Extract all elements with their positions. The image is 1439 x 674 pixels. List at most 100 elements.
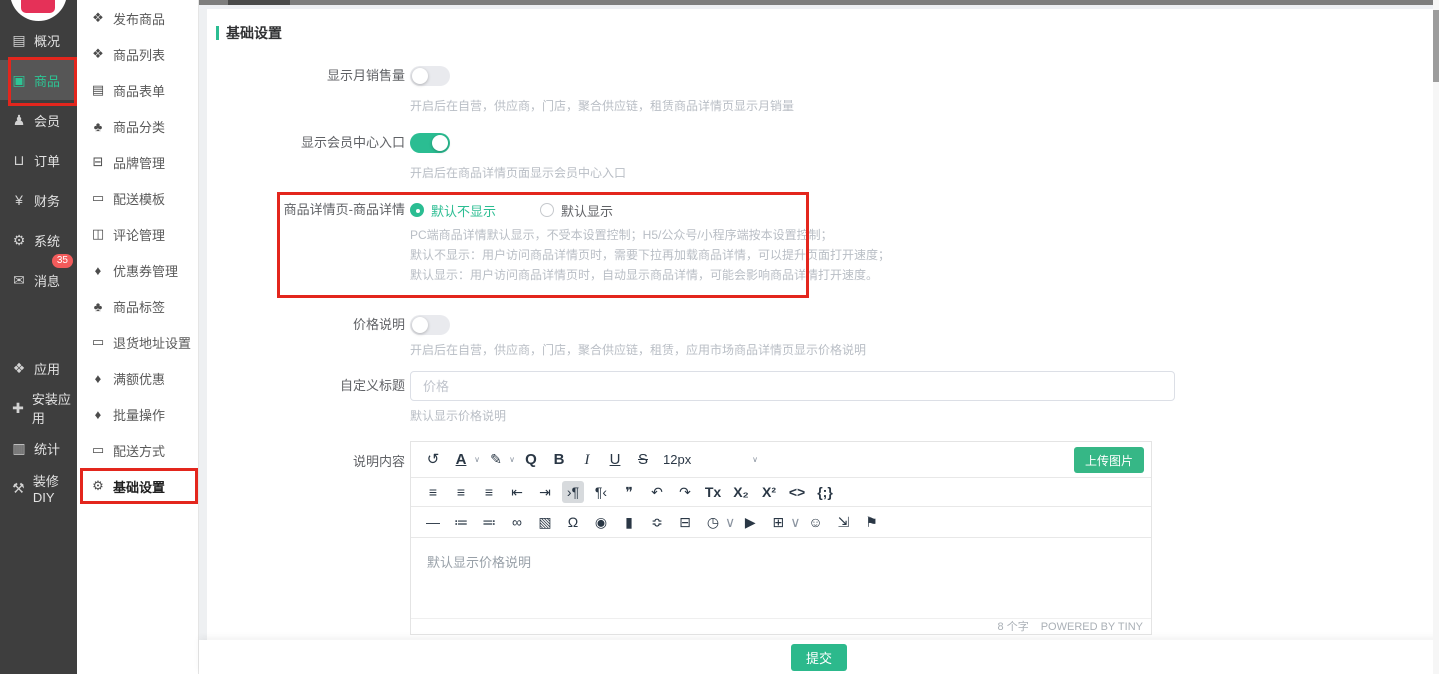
sidebar-item-messages[interactable]: ✉ 消息 35 bbox=[0, 260, 77, 300]
sidebar-item-members[interactable]: ♟ 会员 bbox=[0, 100, 77, 140]
submenu-item-delivery-method[interactable]: ▭ 配送方式 bbox=[77, 432, 198, 468]
submit-footer: 提交 bbox=[199, 640, 1439, 674]
monthly-sales-toggle[interactable] bbox=[410, 66, 450, 86]
member-center-label: 显示会员中心入口 bbox=[207, 132, 405, 154]
submit-button[interactable]: 提交 bbox=[791, 644, 847, 671]
member-center-toggle[interactable] bbox=[410, 133, 450, 153]
yen-icon: ¥ bbox=[11, 192, 27, 208]
chevron-down-icon[interactable]: ∨ bbox=[790, 514, 800, 531]
bold-icon[interactable]: B bbox=[548, 451, 570, 469]
rtl-icon[interactable]: ¶‹ bbox=[590, 484, 612, 501]
document-icon: ▤ bbox=[90, 82, 106, 98]
page-title: 基础设置 bbox=[216, 23, 282, 43]
sidebar-item-overview[interactable]: ▤ 概况 bbox=[0, 20, 77, 60]
submenu-item-batch-operations[interactable]: ♦ 批量操作 bbox=[77, 396, 198, 432]
submenu-item-goods-form[interactable]: ▤ 商品表单 bbox=[77, 72, 198, 108]
format-painter-icon[interactable]: ⚑ bbox=[861, 514, 883, 531]
truck-icon: ▭ bbox=[90, 190, 106, 206]
undo-icon[interactable]: ↶ bbox=[646, 484, 668, 501]
chevron-down-icon[interactable]: ∨ bbox=[473, 455, 481, 465]
fullscreen-icon[interactable]: ⇲ bbox=[833, 514, 855, 531]
radio-default-hidden[interactable]: 默认不显示 bbox=[410, 201, 496, 220]
submenu-item-goods-category[interactable]: ♣ 商品分类 bbox=[77, 108, 198, 144]
submenu-item-goods-tags[interactable]: ♣ 商品标签 bbox=[77, 288, 198, 324]
strikethrough-icon[interactable]: S bbox=[632, 451, 654, 469]
price-desc-toggle[interactable] bbox=[410, 315, 450, 335]
sidebar-item-goods[interactable]: ▣ 商品 bbox=[0, 60, 77, 100]
anchor-icon[interactable]: ▮ bbox=[618, 514, 640, 531]
sidebar-item-decorate-diy[interactable]: ⚒ 装修DIY bbox=[0, 468, 77, 508]
print-icon[interactable]: ⊟ bbox=[674, 514, 696, 531]
indent-icon[interactable]: ⇥ bbox=[534, 484, 556, 501]
title-accent-bar bbox=[216, 26, 219, 40]
vertical-scrollbar[interactable] bbox=[1433, 0, 1439, 674]
emoticon-icon[interactable]: ☺ bbox=[805, 514, 827, 531]
submenu-item-full-discount[interactable]: ♦ 满额优惠 bbox=[77, 360, 198, 396]
sidebar-item-apps[interactable]: ❖ 应用 bbox=[0, 348, 77, 388]
submenu-item-brand-management[interactable]: ⊟ 品牌管理 bbox=[77, 144, 198, 180]
align-center-icon[interactable]: ≡ bbox=[450, 484, 472, 501]
submenu-item-comment-management[interactable]: ◫ 评论管理 bbox=[77, 216, 198, 252]
datetime-icon[interactable]: ◷ bbox=[702, 514, 724, 531]
radio-default-visible[interactable]: 默认显示 bbox=[540, 201, 613, 220]
sidebar-item-orders[interactable]: ⊔ 订单 bbox=[0, 140, 77, 180]
media-icon[interactable]: ▶ bbox=[739, 514, 761, 531]
submenu-item-publish-goods[interactable]: ❖ 发布商品 bbox=[77, 0, 198, 36]
upload-image-button[interactable]: 上传图片 bbox=[1074, 447, 1144, 473]
highlight-color-icon[interactable]: ✎ bbox=[485, 451, 507, 468]
horizontal-scrollbar-thumb[interactable] bbox=[228, 0, 290, 5]
superscript-icon[interactable]: X² bbox=[758, 484, 780, 501]
ltr-icon[interactable]: ›¶ bbox=[562, 481, 584, 504]
align-left-icon[interactable]: ≡ bbox=[422, 484, 444, 501]
gear-icon: ⚙ bbox=[90, 478, 106, 494]
submenu-item-return-address[interactable]: ▭ 退货地址设置 bbox=[77, 324, 198, 360]
code-icon[interactable]: <> bbox=[786, 484, 808, 501]
cubes-icon: ❖ bbox=[90, 10, 106, 26]
briefcase-icon: ⊟ bbox=[90, 154, 106, 170]
submenu-item-coupon-management[interactable]: ♦ 优惠券管理 bbox=[77, 252, 198, 288]
clear-format-icon[interactable]: Tx bbox=[702, 484, 724, 501]
image-icon[interactable]: ▧ bbox=[534, 514, 556, 531]
page-break-icon[interactable]: ≎ bbox=[646, 514, 668, 531]
submenu-item-basic-settings[interactable]: ⚙ 基础设置 bbox=[77, 468, 198, 504]
underline-icon[interactable]: U bbox=[604, 451, 626, 469]
redo-icon[interactable]: ↷ bbox=[674, 484, 696, 501]
goods-icon: ▣ bbox=[11, 72, 27, 89]
table-icon[interactable]: ⊞ bbox=[767, 514, 789, 531]
toggle-knob bbox=[432, 135, 448, 151]
tag-icon: ♦ bbox=[90, 407, 106, 422]
submenu-item-goods-list[interactable]: ❖ 商品列表 bbox=[77, 36, 198, 72]
horizontal-rule-icon[interactable]: — bbox=[422, 514, 444, 531]
setting-desc-line: 默认显示：用户访问商品详情页时，自动显示商品详情，可能会影响商品详情打开速度。 bbox=[410, 265, 890, 285]
chevron-down-icon[interactable]: ∨ bbox=[508, 455, 516, 465]
vertical-scrollbar-thumb[interactable] bbox=[1433, 10, 1439, 82]
horizontal-scrollbar[interactable] bbox=[199, 0, 1439, 5]
subscript-icon[interactable]: X₂ bbox=[730, 484, 752, 501]
preview-icon[interactable]: ◉ bbox=[590, 514, 612, 531]
search-icon[interactable]: Q bbox=[520, 451, 542, 469]
sidebar-item-finance[interactable]: ¥ 财务 bbox=[0, 180, 77, 220]
chevron-down-icon[interactable]: ∨ bbox=[751, 455, 759, 465]
link-icon[interactable]: ∞ bbox=[506, 514, 528, 531]
sidebar-item-install-apps[interactable]: ✚ 安装应用 bbox=[0, 388, 77, 428]
custom-title-input[interactable] bbox=[410, 371, 1175, 401]
editor-content-area[interactable]: 默认显示价格说明 bbox=[411, 538, 1151, 618]
bullet-list-icon[interactable]: ≔ bbox=[450, 514, 472, 531]
content-label: 说明内容 bbox=[207, 451, 405, 473]
toggle-knob bbox=[412, 68, 428, 84]
cubes-icon: ❖ bbox=[90, 46, 106, 62]
code-sample-icon[interactable]: {;} bbox=[814, 484, 836, 501]
submenu-item-delivery-template[interactable]: ▭ 配送模板 bbox=[77, 180, 198, 216]
numbered-list-icon[interactable]: ≕ bbox=[478, 514, 500, 531]
font-size-select[interactable]: 12px bbox=[663, 452, 693, 468]
italic-icon[interactable]: I bbox=[576, 451, 598, 469]
outdent-icon[interactable]: ⇤ bbox=[506, 484, 528, 501]
chevron-down-icon[interactable]: ∨ bbox=[725, 514, 735, 531]
special-character-icon[interactable]: Ω bbox=[562, 514, 584, 531]
sidebar-item-statistics[interactable]: ▥ 统计 bbox=[0, 428, 77, 468]
history-icon[interactable]: ↺ bbox=[422, 451, 444, 469]
blockquote-icon[interactable]: ❞ bbox=[618, 484, 640, 501]
align-right-icon[interactable]: ≡ bbox=[478, 484, 500, 501]
monthly-sales-label: 显示月销售量 bbox=[207, 65, 405, 87]
font-color-icon[interactable]: A bbox=[450, 451, 472, 469]
